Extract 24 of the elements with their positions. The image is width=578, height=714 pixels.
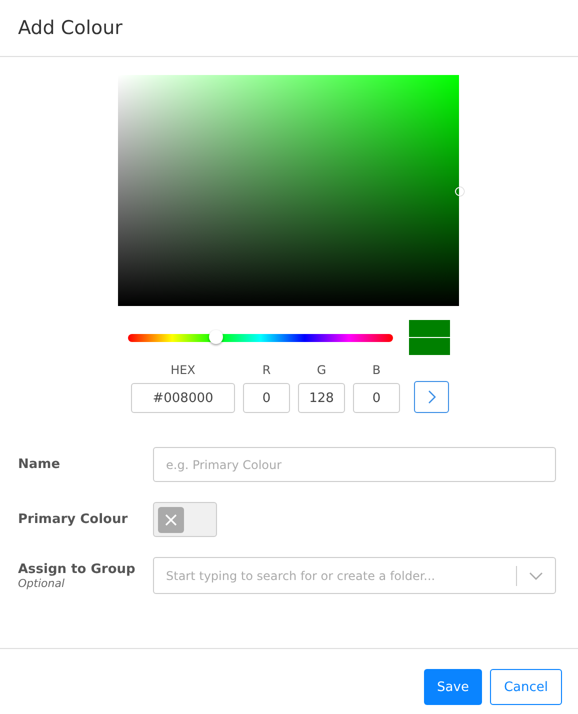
channel-input[interactable]: 0	[353, 383, 400, 413]
field-label: Assign to Group	[18, 562, 136, 576]
close-icon	[165, 514, 177, 526]
cancel-button[interactable]: Cancel	[490, 669, 562, 705]
field-label: Name	[18, 457, 62, 472]
apply-button[interactable]	[414, 381, 449, 413]
group-select[interactable]: Start typing to search for or create a folder...	[153, 557, 556, 594]
field-label: Primary Colour	[18, 512, 129, 527]
channel-label: R	[262, 363, 271, 377]
chevron-right-icon	[428, 390, 436, 404]
channel-label: B	[372, 363, 381, 377]
channel-input[interactable]: 128	[298, 383, 345, 413]
channel-label: G	[316, 363, 326, 377]
save-button[interactable]: Save	[424, 669, 482, 705]
picker-handle[interactable]	[455, 186, 464, 196]
chevron-down-icon	[529, 572, 543, 580]
channel-label: HEX	[170, 363, 196, 377]
dialog-title: Add Colour	[18, 17, 122, 39]
hue-slider-thumb[interactable]	[209, 330, 224, 344]
channel-input[interactable]: #008000	[131, 383, 235, 413]
optional-hint: Optional	[18, 576, 66, 590]
primary-toggle[interactable]	[153, 502, 217, 537]
name-input[interactable]: e.g. Primary Colour	[153, 447, 556, 482]
channel-input[interactable]: 0	[243, 383, 290, 413]
